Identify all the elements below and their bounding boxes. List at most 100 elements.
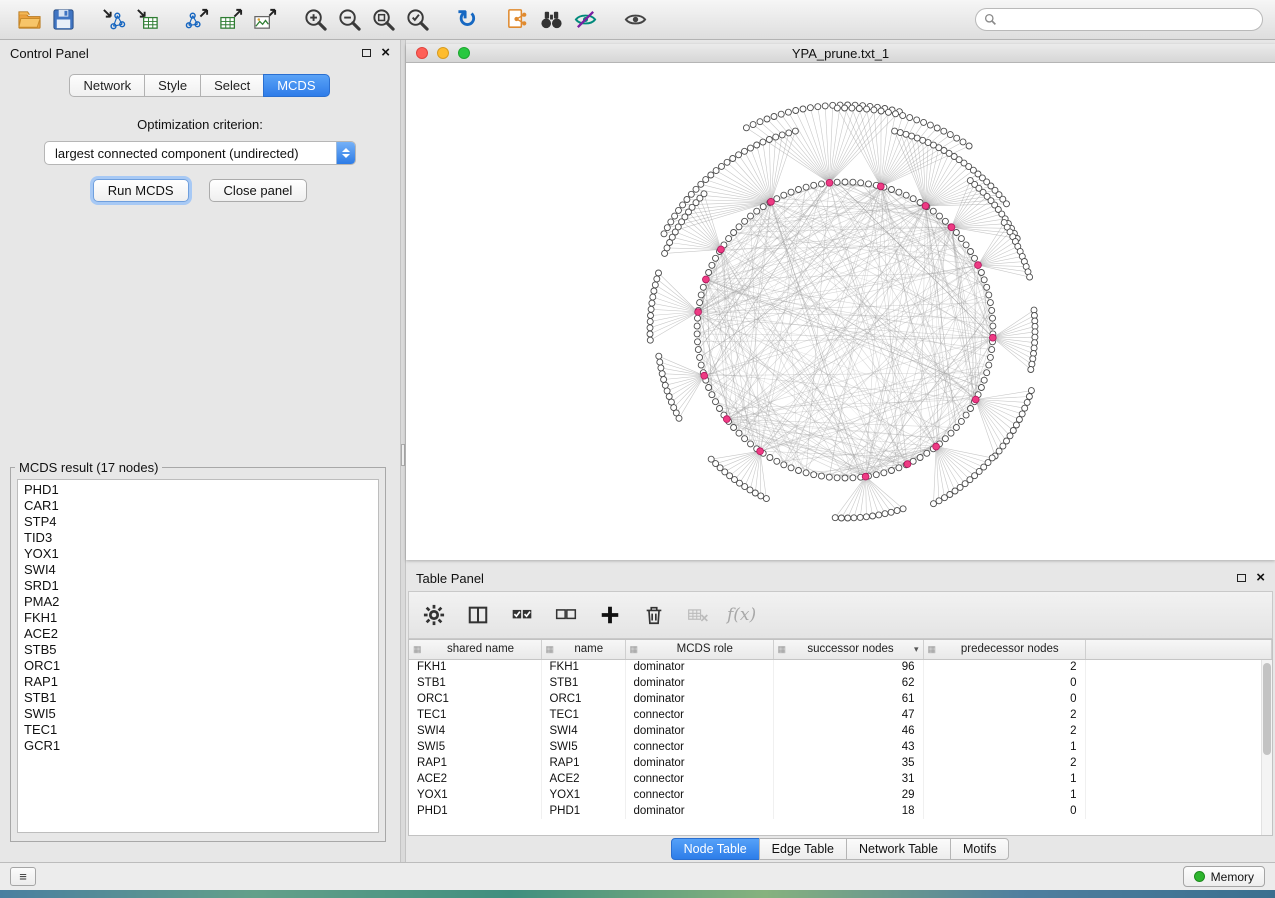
deselect-all-button[interactable] — [551, 600, 581, 630]
hide-graphics-details-button[interactable] — [568, 5, 602, 35]
table-scrollbar[interactable] — [1261, 660, 1272, 835]
status-bar: ≡ Memory — [0, 862, 1275, 890]
run-mcds-button[interactable]: Run MCDS — [93, 179, 189, 202]
tab-network[interactable]: Network — [69, 74, 145, 97]
zoom-selected-icon — [405, 7, 430, 32]
zoom-in-icon — [303, 7, 328, 32]
table-row[interactable]: RAP1RAP1dominator352 — [409, 755, 1272, 771]
zoom-fit-button[interactable] — [366, 5, 400, 35]
table-row[interactable]: ACE2ACE2connector311 — [409, 771, 1272, 787]
zoom-selected-button[interactable] — [400, 5, 434, 35]
mcds-result-item[interactable]: TEC1 — [24, 722, 378, 738]
tab-node-table[interactable]: Node Table — [671, 838, 760, 860]
close-panel-icon[interactable]: × — [381, 47, 390, 59]
mcds-result-item[interactable]: RAP1 — [24, 674, 378, 690]
export-network-button[interactable] — [180, 5, 214, 35]
mcds-result-item[interactable]: TID3 — [24, 530, 378, 546]
mcds-result-item[interactable]: STB1 — [24, 690, 378, 706]
table-row[interactable]: SWI5SWI5connector431 — [409, 739, 1272, 755]
mcds-result-item[interactable]: GCR1 — [24, 738, 378, 754]
mcds-result-item[interactable]: ACE2 — [24, 626, 378, 642]
select-all-button[interactable] — [507, 600, 537, 630]
mcds-result-item[interactable]: STP4 — [24, 514, 378, 530]
splitter-grip[interactable] — [401, 444, 405, 466]
function-builder-button[interactable]: f(x) — [727, 605, 756, 625]
delete-table-icon — [687, 604, 709, 626]
zoom-out-button[interactable] — [332, 5, 366, 35]
mcds-result-list[interactable]: PHD1CAR1STP4TID3YOX1SWI4SRD1PMA2FKH1ACE2… — [17, 479, 379, 833]
table-row[interactable]: SWI4SWI4dominator462 — [409, 723, 1272, 739]
add-column-button[interactable] — [595, 600, 625, 630]
column-header-shared-name[interactable]: ▦shared name — [409, 640, 541, 659]
cell-successor_nodes: 47 — [773, 707, 923, 723]
show-graphics-details-button[interactable] — [618, 5, 652, 35]
mcds-result-item[interactable]: SWI4 — [24, 562, 378, 578]
control-panel-tabs: Network Style Select MCDS — [0, 74, 400, 97]
memory-button[interactable]: Memory — [1183, 866, 1265, 887]
column-header-successor-nodes[interactable]: ▦successor nodes▾ — [773, 640, 923, 659]
table-row[interactable]: TEC1TEC1connector472 — [409, 707, 1272, 723]
table-row[interactable]: YOX1YOX1connector291 — [409, 787, 1272, 803]
apply-layout-button[interactable]: ↻ — [450, 5, 484, 35]
trash-icon — [643, 604, 665, 626]
share-annotations-button[interactable] — [500, 5, 534, 35]
tab-motifs[interactable]: Motifs — [950, 838, 1009, 860]
column-header-name[interactable]: ▦name — [541, 640, 625, 659]
network-canvas[interactable] — [406, 63, 1275, 560]
column-label: successor nodes — [789, 643, 912, 655]
column-grid-icon: ▦ — [928, 644, 937, 655]
tab-mcds[interactable]: MCDS — [263, 74, 329, 97]
export-table-button[interactable] — [214, 5, 248, 35]
mcds-result-item[interactable]: STB5 — [24, 642, 378, 658]
mcds-result-item[interactable]: SRD1 — [24, 578, 378, 594]
cell-name: STB1 — [541, 675, 625, 691]
table-row[interactable]: PHD1PHD1dominator180 — [409, 803, 1272, 819]
find-button[interactable] — [534, 5, 568, 35]
search-box[interactable] — [975, 8, 1263, 31]
show-columns-button[interactable] — [463, 600, 493, 630]
import-network-button[interactable] — [96, 5, 130, 35]
cell-filler — [1085, 755, 1272, 771]
table-row[interactable]: FKH1FKH1dominator962 — [409, 659, 1272, 675]
cell-mcds_role: dominator — [625, 659, 773, 675]
tab-network-table[interactable]: Network Table — [846, 838, 951, 860]
column-header-predecessor-nodes[interactable]: ▦predecessor nodes — [923, 640, 1085, 659]
task-history-button[interactable]: ≡ — [10, 867, 36, 886]
network-window-titlebar[interactable]: YPA_prune.txt_1 — [406, 44, 1275, 63]
optimization-criterion-select[interactable]: largest connected component (undirected) — [44, 141, 356, 165]
import-table-button[interactable] — [130, 5, 164, 35]
float-panel-icon[interactable] — [362, 49, 371, 57]
search-input[interactable] — [1002, 13, 1254, 27]
export-image-button[interactable] — [248, 5, 282, 35]
column-header-MCDS-role[interactable]: ▦MCDS role — [625, 640, 773, 659]
cell-name: YOX1 — [541, 787, 625, 803]
tab-style[interactable]: Style — [144, 74, 201, 97]
cell-mcds_role: dominator — [625, 691, 773, 707]
table-row[interactable]: STB1STB1dominator620 — [409, 675, 1272, 691]
sort-arrow-icon[interactable]: ▾ — [914, 644, 919, 655]
close-table-panel-icon[interactable]: × — [1256, 572, 1265, 584]
table-settings-button[interactable] — [419, 600, 449, 630]
zoom-in-button[interactable] — [298, 5, 332, 35]
table-toolbar: f(x) — [408, 591, 1273, 639]
save-button[interactable] — [46, 5, 80, 35]
close-panel-button[interactable]: Close panel — [209, 179, 308, 202]
mcds-result-item[interactable]: PMA2 — [24, 594, 378, 610]
mcds-result-item[interactable]: YOX1 — [24, 546, 378, 562]
save-icon — [51, 7, 76, 32]
mcds-result-item[interactable]: PHD1 — [24, 482, 378, 498]
scrollbar-handle[interactable] — [1263, 663, 1271, 755]
tab-edge-table[interactable]: Edge Table — [759, 838, 847, 860]
delete-column-button[interactable] — [639, 600, 669, 630]
tab-select[interactable]: Select — [200, 74, 264, 97]
table-row[interactable]: ORC1ORC1dominator610 — [409, 691, 1272, 707]
mcds-result-item[interactable]: CAR1 — [24, 498, 378, 514]
float-table-panel-icon[interactable] — [1237, 574, 1246, 582]
node-table-area: ▦shared name▦name▦MCDS role▦successor no… — [408, 639, 1273, 836]
mcds-result-item[interactable]: ORC1 — [24, 658, 378, 674]
delete-table-button[interactable] — [683, 600, 713, 630]
mcds-result-item[interactable]: SWI5 — [24, 706, 378, 722]
mcds-result-item[interactable]: FKH1 — [24, 610, 378, 626]
open-button[interactable] — [12, 5, 46, 35]
select-all-icon — [511, 604, 533, 626]
